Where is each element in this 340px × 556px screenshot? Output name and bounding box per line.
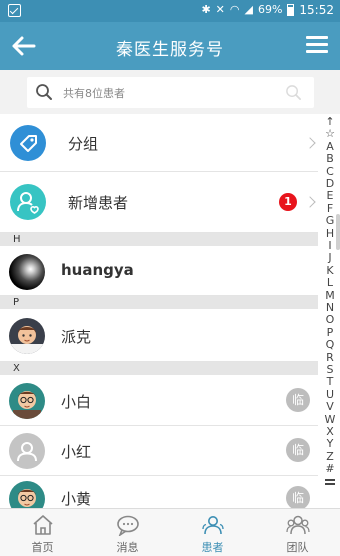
mute-icon: ✕ (215, 3, 225, 16)
search-area: 共有8位患者 (0, 70, 340, 114)
wifi-icon: ◠ (229, 3, 240, 16)
signal-icon: ◢ (244, 3, 253, 16)
index-letter[interactable]: V (320, 401, 340, 413)
index-letter[interactable]: M (320, 289, 340, 302)
black-circle-avatar (9, 254, 45, 290)
temporary-tag: 临 (286, 486, 310, 508)
add-user-icon (10, 184, 46, 220)
chat-icon (117, 515, 139, 536)
tab-home[interactable]: 首页 (0, 509, 85, 556)
page-title: 秦医生服务号 (116, 40, 224, 60)
patient-row[interactable]: 派克 (0, 309, 318, 362)
index-letter[interactable]: W (320, 413, 340, 426)
tab-label: 首页 (31, 541, 54, 554)
index-letter[interactable]: ↑ (320, 116, 340, 128)
tab-patients[interactable]: 患者 (170, 509, 255, 556)
patient-name: huangya (61, 261, 134, 279)
index-letter[interactable]: Z (320, 450, 340, 463)
group-row[interactable]: 分组 (0, 114, 318, 172)
patient-name: 小红 (61, 443, 92, 461)
status-icons: ✱ ✕ ◠ ◢ 69% 15:52 (201, 3, 334, 17)
index-letter[interactable]: A (320, 140, 340, 153)
cartoon-man-avatar (9, 318, 45, 354)
patient-name: 小黄 (61, 490, 92, 508)
tab-label: 患者 (201, 541, 224, 554)
battery-percent: 69% (257, 3, 283, 16)
index-letter[interactable]: C (320, 165, 340, 178)
chevron-right-icon (304, 137, 316, 149)
patient-row[interactable]: 小白 临 (0, 375, 318, 426)
menu-icon[interactable] (306, 36, 328, 54)
tag-icon (10, 125, 46, 161)
temporary-tag: 临 (286, 388, 310, 412)
alphabet-index[interactable]: ↑ ☆ A B C D E F G H I J K L M N O P Q R S T U V W X Y Z # (320, 114, 340, 508)
index-more-icon[interactable] (320, 476, 340, 485)
index-letter[interactable]: P (320, 326, 340, 339)
patient-name: 派克 (61, 328, 92, 346)
index-letter[interactable]: # (320, 463, 340, 475)
index-letter[interactable]: X (320, 426, 340, 438)
tab-label: 消息 (116, 541, 139, 554)
check-notification-icon (8, 4, 21, 17)
index-letter[interactable]: R (320, 351, 340, 364)
index-letter[interactable]: O (320, 314, 340, 326)
tab-messages[interactable]: 消息 (85, 509, 170, 556)
patient-name: 小白 (61, 393, 92, 411)
index-letter[interactable]: Q (320, 339, 340, 351)
scroll-handle[interactable] (336, 214, 340, 250)
index-letter[interactable]: ☆ (320, 128, 340, 140)
patient-row[interactable]: huangya (0, 246, 318, 296)
index-letter[interactable]: E (320, 190, 340, 202)
bottom-tab-bar: 首页 消息 患者 团队 (0, 508, 340, 556)
group-label: 分组 (68, 135, 99, 153)
index-letter[interactable]: D (320, 178, 340, 190)
status-bar: ✱ ✕ ◠ ◢ 69% 15:52 (0, 0, 340, 22)
team-icon (286, 515, 310, 535)
new-patient-badge: 1 (279, 193, 297, 211)
tab-label: 团队 (286, 541, 309, 554)
patient-list: 分组 新增患者 1 H huangya P 派克 X 小白 临 小红 临 小黄 … (0, 114, 340, 508)
index-letter[interactable]: S (320, 364, 340, 376)
index-letter[interactable]: F (320, 202, 340, 215)
battery-icon (287, 4, 295, 16)
search-input[interactable]: 共有8位患者 (27, 77, 314, 108)
index-letter[interactable]: T (320, 376, 340, 388)
search-placeholder: 共有8位患者 (63, 87, 125, 100)
index-letter[interactable]: N (320, 302, 340, 314)
cartoon-glasses-avatar (9, 481, 45, 508)
section-header-h: H (0, 233, 318, 246)
index-letter[interactable]: J (320, 252, 340, 264)
tab-team[interactable]: 团队 (255, 509, 340, 556)
index-letter[interactable]: U (320, 388, 340, 401)
status-time: 15:52 (299, 3, 334, 17)
patients-icon (202, 516, 224, 535)
patient-row[interactable]: 小黄 临 (0, 476, 318, 508)
default-user-avatar (9, 433, 45, 469)
add-patient-row[interactable]: 新增患者 1 (0, 172, 318, 233)
index-letter[interactable]: B (320, 153, 340, 165)
temporary-tag: 临 (286, 438, 310, 462)
patient-row[interactable]: 小红 临 (0, 426, 318, 476)
search-icon[interactable] (285, 84, 302, 101)
search-icon (36, 84, 52, 100)
index-letter[interactable]: K (320, 264, 340, 277)
cartoon-glasses-avatar (9, 383, 45, 419)
bluetooth-icon: ✱ (201, 3, 211, 16)
section-header-x: X (0, 362, 318, 375)
index-letter[interactable]: Y (320, 438, 340, 450)
home-icon (33, 515, 53, 535)
index-letter[interactable]: L (320, 277, 340, 289)
add-patient-label: 新增患者 (68, 194, 129, 212)
chevron-right-icon (304, 196, 316, 208)
nav-bar: 秦医生服务号 (0, 22, 340, 70)
section-header-p: P (0, 296, 318, 309)
